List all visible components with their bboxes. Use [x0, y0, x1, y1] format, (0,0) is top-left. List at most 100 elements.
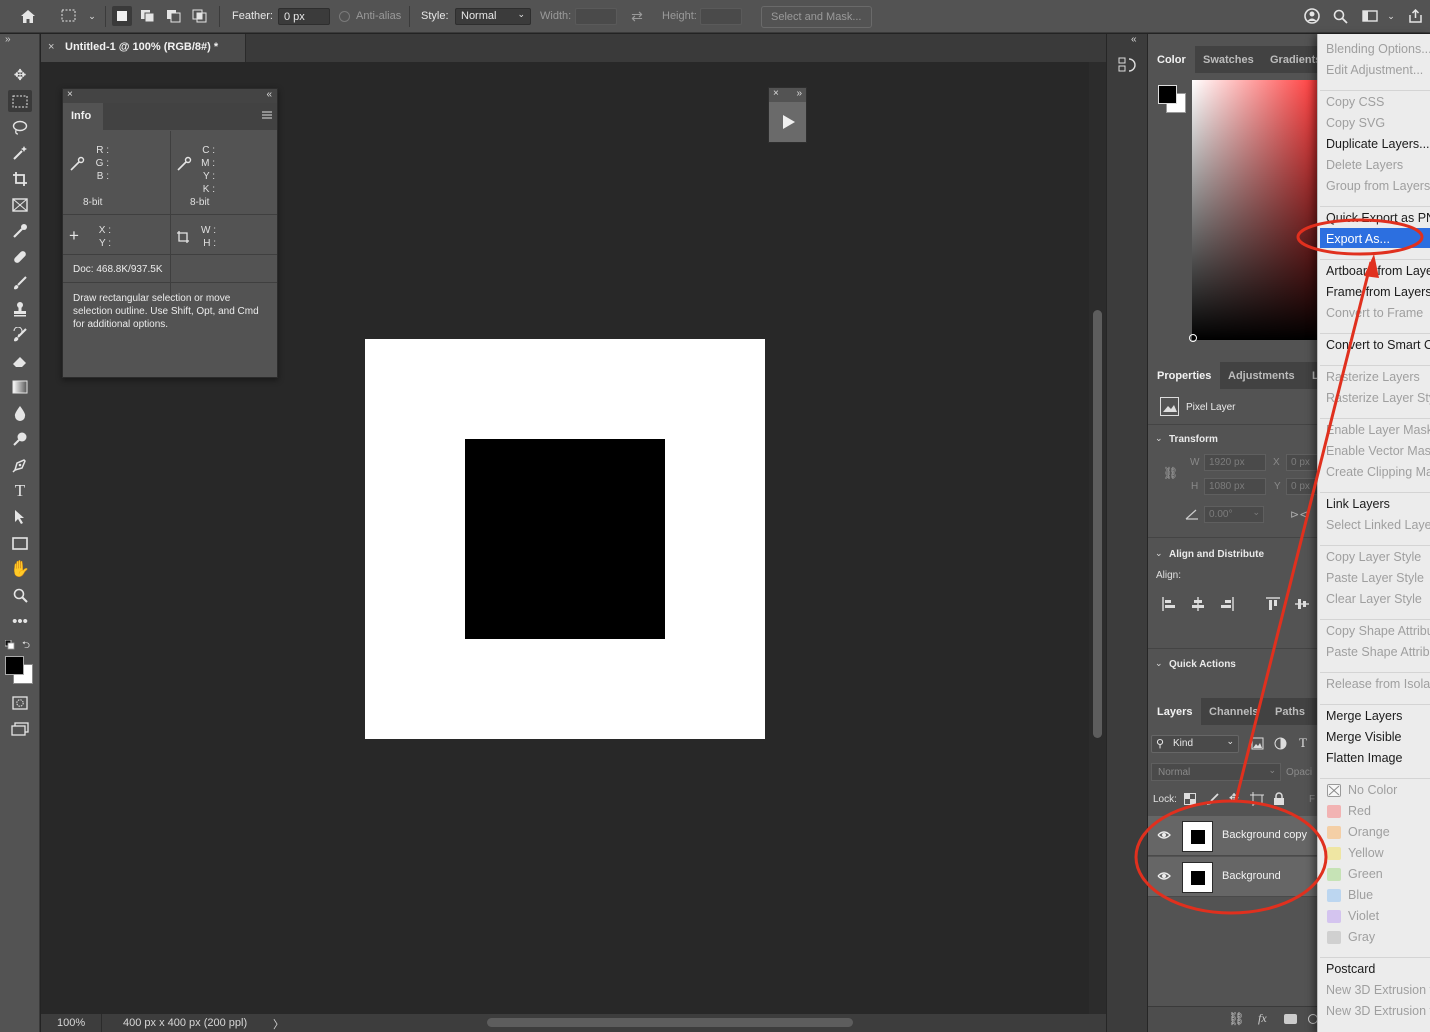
chevron-down-icon[interactable]: ⌄ [82, 6, 102, 26]
rectangular-marquee-tool-icon[interactable] [8, 90, 32, 112]
angle-field[interactable]: 0.00° ⌄ [1204, 506, 1264, 523]
style-select[interactable]: Normal ⌄ [455, 8, 531, 25]
lock-image-pixels-icon[interactable] [1206, 792, 1220, 809]
layer-row-background[interactable]: Background [1148, 857, 1318, 897]
share-icon[interactable] [1405, 6, 1425, 26]
info-panel-header[interactable]: × « [63, 89, 277, 103]
chevron-down-icon[interactable]: ⌄ [1155, 433, 1163, 444]
tab-info[interactable]: Info [63, 103, 103, 130]
path-selection-tool-icon[interactable] [8, 506, 32, 528]
history-panel-icon[interactable] [1118, 55, 1138, 77]
history-brush-tool-icon[interactable] [8, 324, 32, 346]
collapse-toolbar-icon[interactable]: » [5, 34, 11, 45]
filter-pixel-icon[interactable] [1251, 737, 1264, 753]
hand-tool-icon[interactable]: ✋ [8, 558, 32, 580]
expand-panel-icon[interactable]: » [796, 88, 802, 99]
link-icon[interactable]: ⛓ [1163, 466, 1178, 480]
lasso-tool-icon[interactable] [8, 116, 32, 138]
tab-properties[interactable]: Properties [1148, 362, 1221, 389]
chevron-down-icon[interactable]: ⌄ [1155, 548, 1163, 559]
align-distribute-section[interactable]: Align and Distribute [1169, 549, 1264, 560]
tab-channels[interactable]: Channels [1200, 698, 1268, 725]
horizontal-scrollbar[interactable] [487, 1018, 853, 1027]
rectangle-tool-icon[interactable] [8, 532, 32, 554]
brush-tool-icon[interactable] [8, 272, 32, 294]
quick-mask-icon[interactable] [8, 692, 32, 714]
add-mask-icon[interactable] [1284, 1014, 1297, 1024]
menu-item-merge-layers[interactable]: Merge Layers [1326, 709, 1430, 723]
marquee-tool-preset-icon[interactable] [60, 6, 80, 26]
visibility-eye-icon[interactable] [1157, 829, 1171, 843]
zoom-level[interactable]: 100% [57, 1017, 85, 1029]
screen-mode-icon[interactable] [8, 718, 32, 740]
layer-row-background-copy[interactable]: Background copy [1148, 816, 1318, 856]
color-picker-handle[interactable] [1189, 334, 1197, 342]
flip-horizontal-icon[interactable]: ⊳⊲ [1290, 508, 1308, 521]
menu-item-postcard[interactable]: Postcard [1326, 962, 1430, 976]
y-field[interactable]: 0 px [1286, 478, 1318, 495]
default-colors-icon[interactable] [4, 639, 15, 653]
chevron-down-icon[interactable]: ⌄ [1381, 6, 1401, 26]
type-tool-icon[interactable]: T [8, 480, 32, 502]
close-tab-icon[interactable]: × [48, 41, 54, 53]
feather-input[interactable] [278, 8, 330, 25]
add-to-selection-icon[interactable] [138, 6, 158, 26]
pen-tool-icon[interactable] [8, 454, 32, 476]
workspace-icon[interactable] [1360, 6, 1380, 26]
select-and-mask-button[interactable]: Select and Mask... [761, 6, 872, 28]
close-panel-icon[interactable]: × [67, 89, 73, 100]
menu-item-link-layers[interactable]: Link Layers [1326, 497, 1430, 511]
swap-colors-icon[interactable]: ⮌ [22, 638, 30, 655]
move-tool-icon[interactable]: ✥ [8, 64, 32, 86]
menu-item-quick-export-as-png[interactable]: Quick Export as PNG [1326, 211, 1430, 225]
home-icon[interactable] [18, 6, 38, 26]
menu-item-convert-to-smart-object[interactable]: Convert to Smart Object [1326, 338, 1430, 352]
tab-document[interactable]: × Untitled-1 @ 100% (RGB/8#) * [41, 34, 246, 62]
collapse-panel-icon[interactable]: « [266, 89, 272, 100]
tab-paths[interactable]: Paths [1266, 698, 1314, 725]
healing-brush-tool-icon[interactable] [8, 246, 32, 268]
panel-menu-icon[interactable] [261, 110, 273, 120]
width-input[interactable] [575, 8, 617, 25]
layer-name[interactable]: Background copy [1222, 829, 1307, 841]
antialias-checkbox[interactable] [339, 11, 350, 22]
intersect-selection-icon[interactable] [190, 6, 210, 26]
dodge-tool-icon[interactable] [8, 428, 32, 450]
blur-tool-icon[interactable] [8, 402, 32, 424]
eraser-tool-icon[interactable] [8, 350, 32, 372]
visibility-eye-icon[interactable] [1157, 870, 1171, 884]
align-horizontal-center-icon[interactable] [1190, 596, 1206, 615]
lock-transparent-pixels-icon[interactable] [1184, 793, 1196, 808]
tab-adjustments[interactable]: Adjustments [1219, 362, 1304, 389]
chevron-down-icon[interactable]: ⌄ [1155, 658, 1163, 669]
menu-item-frame-from-layers[interactable]: Frame from Layers... [1326, 285, 1430, 299]
lock-artboard-icon[interactable] [1250, 792, 1264, 809]
filter-type-icon[interactable]: T [1299, 735, 1307, 751]
link-layers-icon[interactable]: ⛓ [1228, 1011, 1245, 1027]
crop-tool-icon[interactable] [8, 168, 32, 190]
zoom-tool-icon[interactable] [8, 584, 32, 606]
menu-item-merge-visible[interactable]: Merge Visible [1326, 730, 1430, 744]
close-panel-icon[interactable]: × [773, 88, 779, 99]
menu-item-duplicate-layers[interactable]: Duplicate Layers... [1326, 137, 1430, 151]
layer-name[interactable]: Background [1222, 870, 1281, 882]
tab-swatches[interactable]: Swatches [1194, 46, 1263, 73]
width-field[interactable]: 1920 px [1204, 454, 1266, 471]
filter-adjustment-icon[interactable] [1274, 737, 1287, 753]
tab-layers[interactable]: Layers [1148, 698, 1202, 725]
swap-arrows-icon[interactable]: ⇄ [627, 6, 647, 26]
play-action-button[interactable] [769, 102, 806, 142]
eyedropper-tool-icon[interactable] [8, 220, 32, 242]
menu-item-artboard-from-layers[interactable]: Artboard from Layers... [1326, 264, 1430, 278]
gradient-tool-icon[interactable] [8, 376, 32, 398]
color-panel-foreground-swatch[interactable] [1158, 85, 1177, 104]
align-right-icon[interactable] [1219, 596, 1235, 615]
lock-position-icon[interactable]: ✥ [1229, 791, 1239, 805]
transform-section[interactable]: Transform [1169, 434, 1218, 445]
align-vertical-center-icon[interactable] [1294, 596, 1310, 615]
color-picker-field[interactable] [1192, 80, 1318, 340]
vertical-scrollbar[interactable] [1093, 310, 1102, 738]
search-icon[interactable] [1330, 6, 1350, 26]
height-input[interactable] [700, 8, 742, 25]
chevron-right-icon[interactable]: 〉 [273, 1016, 284, 1032]
